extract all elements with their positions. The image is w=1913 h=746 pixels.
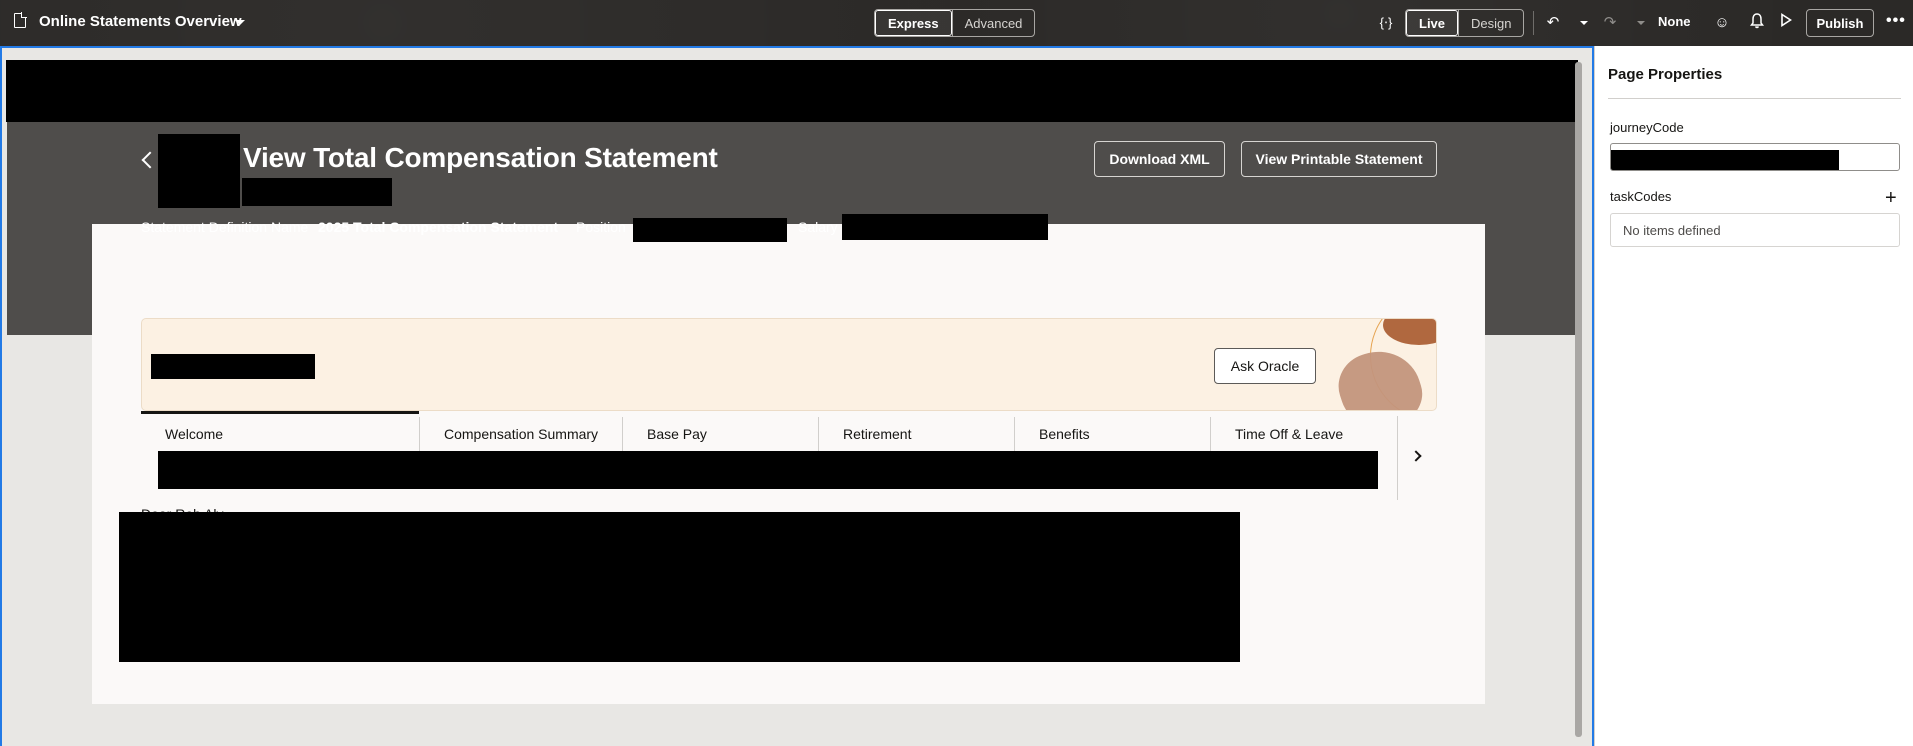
redacted-salary-value (842, 214, 1048, 240)
document-icon (14, 12, 27, 28)
more-icon[interactable]: ••• (1886, 12, 1906, 30)
redacted-position-value (633, 218, 787, 242)
mode-advanced-button[interactable]: Advanced (951, 10, 1035, 36)
redacted-letter-body (119, 512, 1240, 662)
view-live-button[interactable]: Live (1406, 10, 1459, 36)
view-switch: Live Design (1405, 9, 1525, 37)
task-codes-label: taskCodes (1610, 189, 1672, 204)
canvas-scrollbar[interactable] (1575, 62, 1582, 737)
active-tab-indicator (141, 411, 419, 414)
redo-menu-chevron-icon (1637, 21, 1645, 25)
redacted-avatar (158, 134, 240, 208)
redacted-tab-details (158, 451, 1378, 489)
ask-oracle-button[interactable]: Ask Oracle (1214, 348, 1316, 384)
view-design-button[interactable]: Design (1458, 10, 1523, 36)
page-properties-panel: Page Properties journeyCode taskCodes + … (1594, 46, 1913, 746)
tab-time-off-leave[interactable]: Time Off & Leave (1210, 417, 1396, 451)
none-label[interactable]: None (1658, 14, 1691, 29)
task-codes-empty-state: No items defined (1610, 213, 1900, 247)
top-toolbar: Online Statements Overview Express Advan… (0, 0, 1913, 46)
tab-retirement[interactable]: Retirement (818, 417, 1014, 451)
smiley-icon[interactable]: ☺ (1712, 13, 1732, 33)
mode-express-button[interactable]: Express (875, 10, 952, 36)
redacted-header (6, 60, 1578, 122)
bell-icon[interactable] (1747, 13, 1767, 35)
tab-compensation-summary[interactable]: Compensation Summary (419, 417, 622, 451)
add-icon[interactable]: + (1885, 188, 1897, 208)
mode-switch: Express Advanced (874, 9, 1036, 37)
tab-base-pay[interactable]: Base Pay (622, 417, 818, 451)
redacted-greeting (151, 354, 315, 379)
undo-icon[interactable]: ↶ (1543, 13, 1563, 33)
panel-divider (1608, 98, 1901, 99)
view-printable-statement-button[interactable]: View Printable Statement (1241, 141, 1437, 177)
statement-definition-label: Statement Definition Name (141, 219, 309, 235)
chevron-right-icon (1410, 450, 1422, 462)
position-label: Position (576, 219, 626, 235)
greeting-banner: Ask Oracle (141, 318, 1437, 411)
panel-title: Page Properties (1608, 66, 1723, 83)
download-xml-button[interactable]: Download XML (1094, 141, 1225, 177)
tabs-scroll-next[interactable] (1397, 416, 1439, 500)
journey-code-label: journeyCode (1610, 120, 1684, 135)
app-title[interactable]: Online Statements Overview (39, 13, 242, 30)
page-title: View Total Compensation Statement (243, 142, 718, 173)
tab-welcome[interactable]: Welcome (141, 417, 419, 451)
salary-label: Salary (798, 219, 838, 235)
statement-tabs: Welcome Compensation Summary Base Pay Re… (141, 417, 1396, 451)
play-icon[interactable] (1776, 13, 1796, 33)
publish-button[interactable]: Publish (1806, 9, 1874, 37)
redacted-journey-code (1611, 150, 1839, 170)
redacted-person-name (242, 178, 392, 206)
redo-icon: ↷ (1603, 14, 1617, 31)
chevron-down-icon[interactable] (235, 20, 245, 25)
statement-definition-value: 2025 Total Compensation Statement (318, 219, 559, 235)
undo-menu-chevron-icon[interactable] (1580, 21, 1588, 25)
variables-icon[interactable]: {⋅} (1376, 13, 1396, 33)
toolbar-divider (1533, 11, 1534, 35)
tab-benefits[interactable]: Benefits (1014, 417, 1210, 451)
journey-code-field[interactable] (1610, 143, 1900, 171)
